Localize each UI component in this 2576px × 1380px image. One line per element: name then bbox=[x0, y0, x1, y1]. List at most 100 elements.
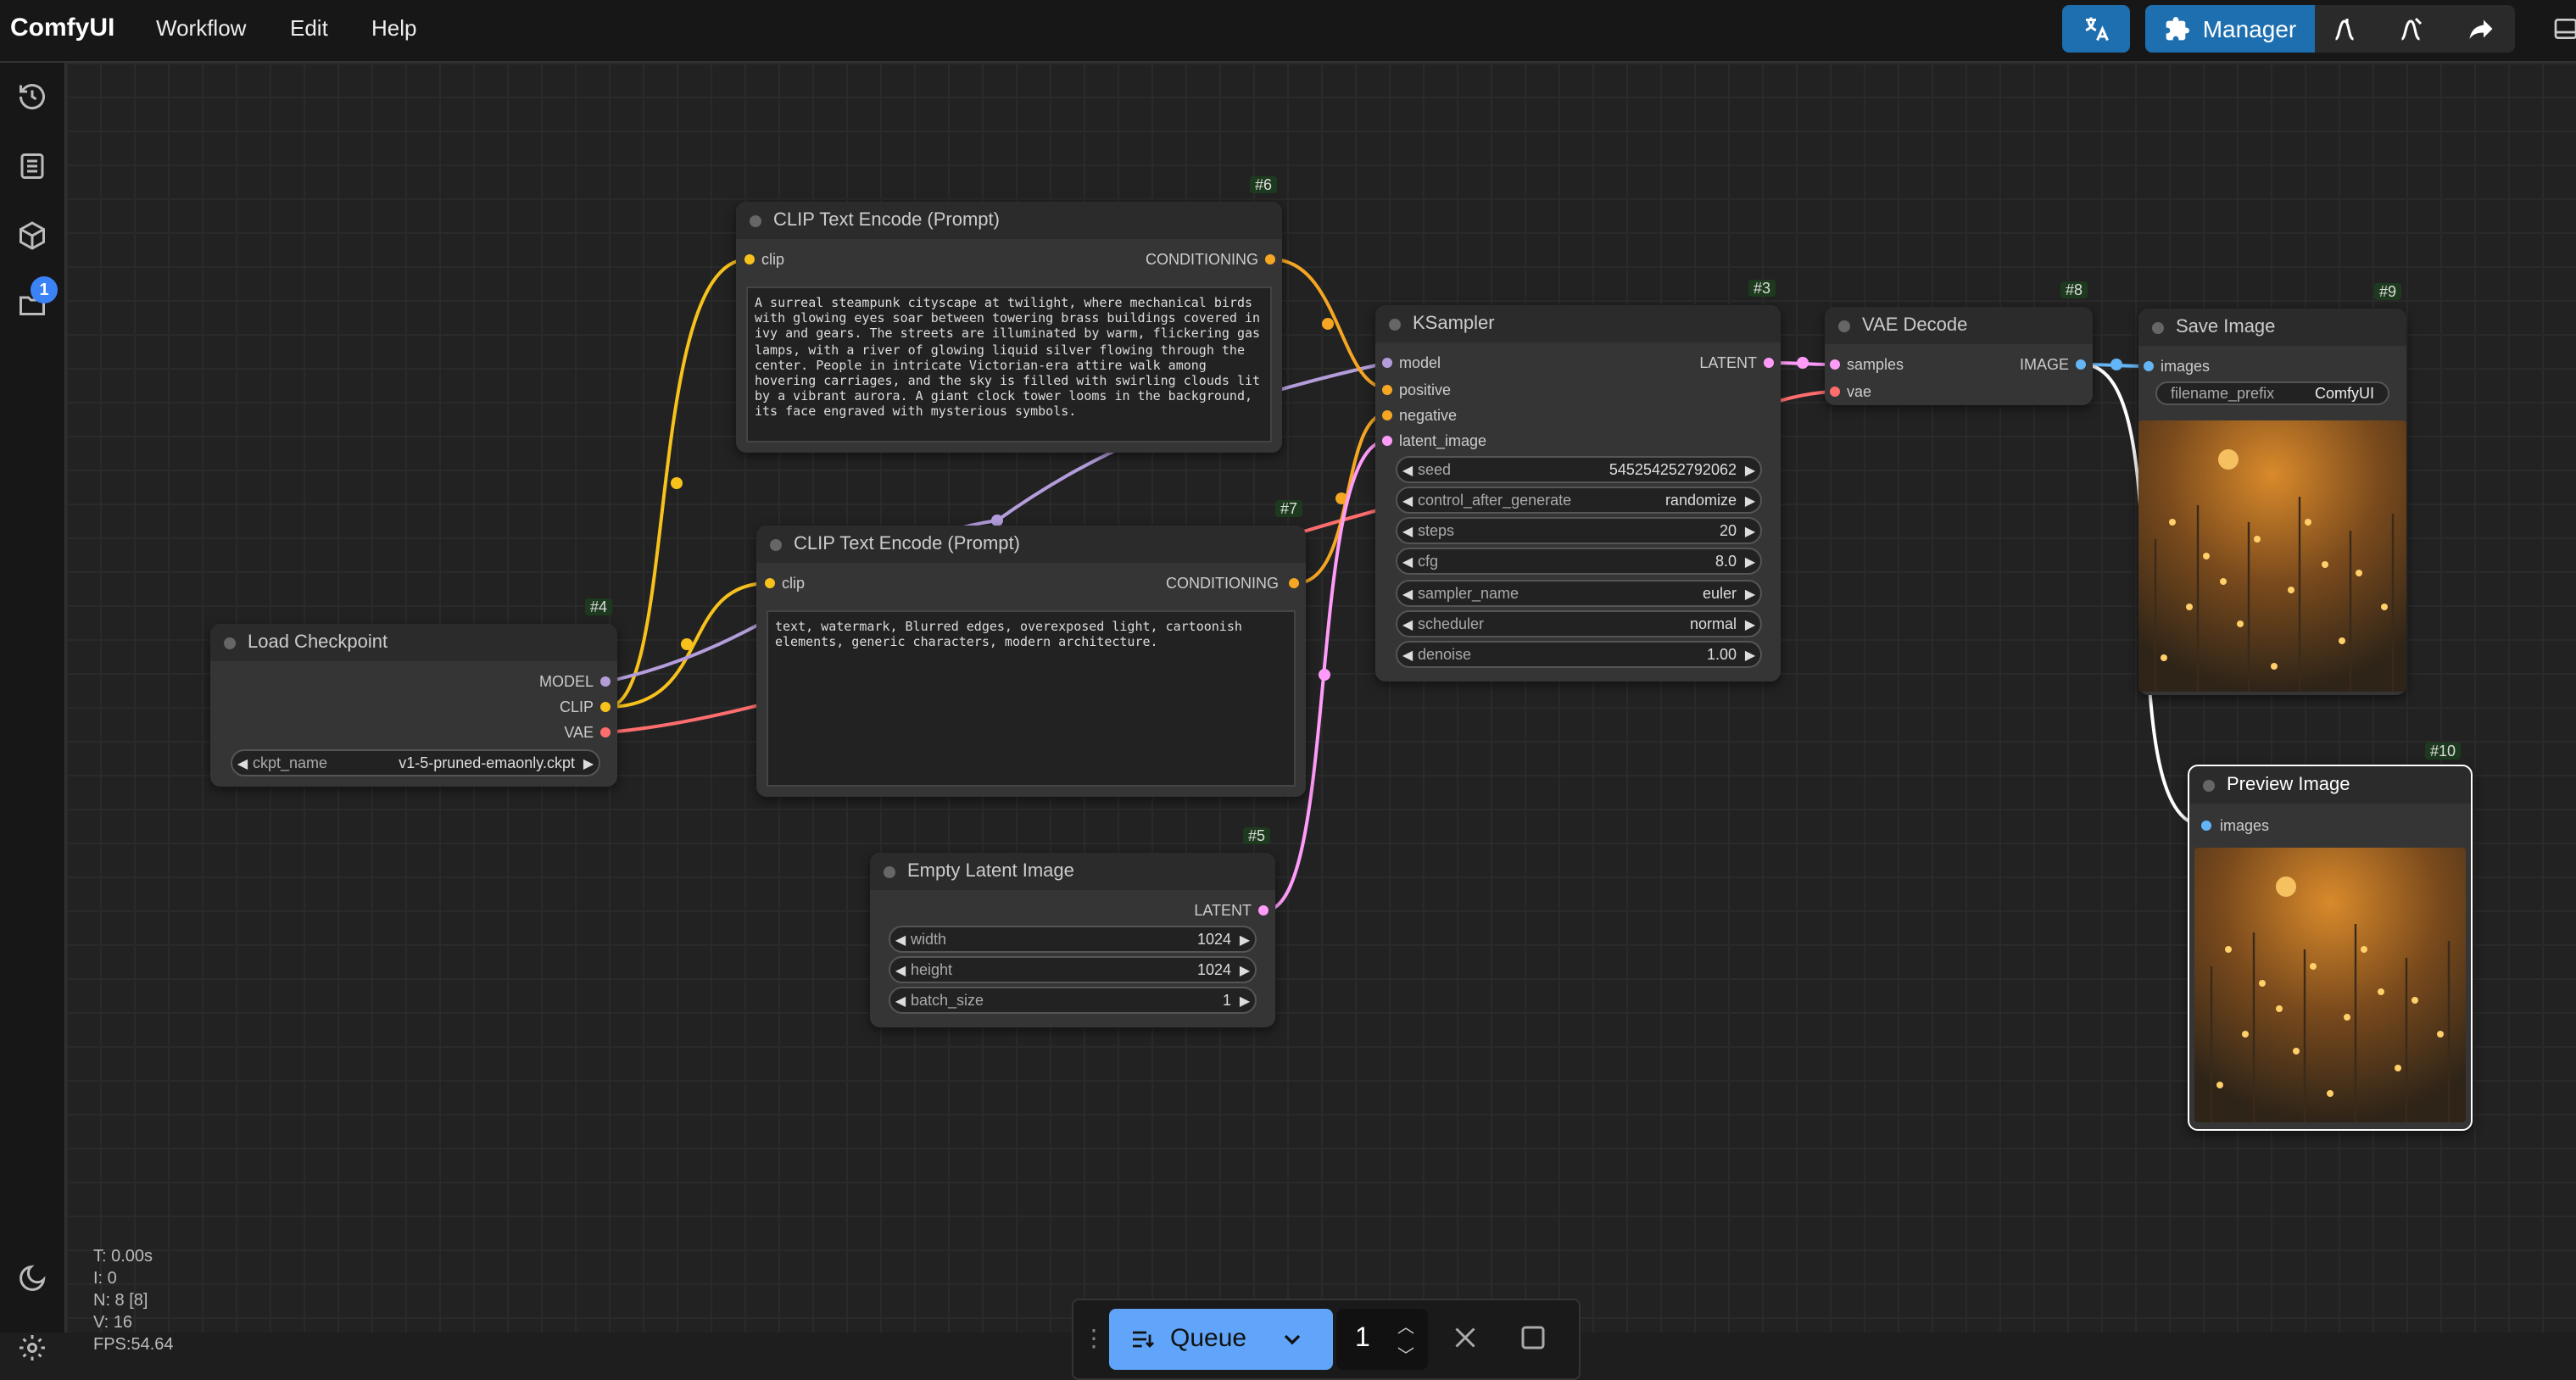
collapse-dot[interactable] bbox=[884, 866, 895, 878]
output-slot-latent[interactable] bbox=[1764, 358, 1774, 368]
left-sidebar bbox=[0, 63, 66, 1333]
output-slot-clip[interactable] bbox=[600, 702, 611, 712]
node-graph-alt-icon[interactable] bbox=[2398, 14, 2428, 53]
arrow-right-icon[interactable]: ▶ bbox=[1235, 993, 1255, 1008]
node-ksampler[interactable]: KSampler model positive negative latent_… bbox=[1375, 305, 1781, 682]
steampunk-image bbox=[2138, 420, 2406, 692]
node-load-checkpoint[interactable]: Load Checkpoint MODEL CLIP VAE ◀ ckpt_na… bbox=[210, 624, 617, 787]
prompt-textarea[interactable]: A surreal steampunk cityscape at twiligh… bbox=[746, 287, 1272, 442]
arrow-right-icon[interactable]: ▶ bbox=[1740, 492, 1760, 508]
widget-cfg[interactable]: ◀ cfg 8.0 ▶ bbox=[1396, 548, 1762, 575]
queue-list-icon[interactable] bbox=[1129, 1326, 1157, 1361]
arrow-left-icon[interactable]: ◀ bbox=[232, 755, 253, 771]
prompt-textarea[interactable]: text, watermark, Blurred edges, overexpo… bbox=[767, 610, 1296, 787]
menu-workflow[interactable]: Workflow bbox=[156, 15, 246, 41]
arrow-right-icon[interactable]: ▶ bbox=[1740, 462, 1760, 477]
chevron-down-icon[interactable] bbox=[1279, 1326, 1306, 1361]
menu-edit[interactable]: Edit bbox=[290, 15, 328, 41]
stop-square-icon[interactable] bbox=[1518, 1322, 1548, 1361]
input-slot-vae[interactable] bbox=[1830, 387, 1840, 397]
widget-height[interactable]: ◀ height 1024 ▶ bbox=[889, 956, 1257, 983]
output-slot-conditioning[interactable] bbox=[1289, 578, 1299, 588]
collapse-dot[interactable] bbox=[224, 637, 236, 649]
drag-handle-icon[interactable]: ⋮ bbox=[1082, 1324, 1106, 1353]
saved-image-preview[interactable] bbox=[2138, 420, 2406, 692]
node-graph-icon[interactable] bbox=[2332, 14, 2362, 53]
arrow-left-icon[interactable]: ◀ bbox=[1397, 523, 1418, 538]
widget-ckpt-name[interactable]: ◀ ckpt_name v1-5-pruned-emaonly.ckpt ▶ bbox=[231, 749, 600, 776]
translate-button[interactable] bbox=[2062, 5, 2130, 53]
cancel-x-icon[interactable] bbox=[1450, 1322, 1480, 1361]
decrement-icon[interactable]: ﹀ bbox=[1397, 1341, 1414, 1366]
arrow-left-icon[interactable]: ◀ bbox=[890, 993, 911, 1008]
increment-icon[interactable]: ︿ bbox=[1397, 1312, 1414, 1338]
widget-filename-prefix[interactable]: filename_prefix ComfyUI bbox=[2155, 381, 2389, 405]
arrow-left-icon[interactable]: ◀ bbox=[1397, 586, 1418, 601]
history-icon[interactable] bbox=[15, 80, 49, 114]
menu-help[interactable]: Help bbox=[371, 15, 417, 41]
preview-image[interactable] bbox=[2194, 848, 2466, 1122]
arrow-left-icon[interactable]: ◀ bbox=[1397, 616, 1418, 632]
widget-value: 1024 bbox=[1196, 961, 1231, 978]
queue-list-icon[interactable] bbox=[15, 149, 49, 183]
node-clip-text-encode-negative[interactable]: CLIP Text Encode (Prompt) clip CONDITION… bbox=[756, 526, 1306, 797]
collapse-dot[interactable] bbox=[750, 215, 761, 227]
arrow-left-icon[interactable]: ◀ bbox=[1397, 462, 1418, 477]
output-slot-image[interactable] bbox=[2076, 359, 2086, 370]
queue-count-stepper[interactable]: 1 ︿ ﹀ bbox=[1336, 1309, 1428, 1370]
input-slot-positive[interactable] bbox=[1382, 385, 1392, 395]
node-clip-text-encode-positive[interactable]: CLIP Text Encode (Prompt) clip CONDITION… bbox=[736, 202, 1282, 453]
input-slot-images[interactable] bbox=[2144, 361, 2154, 371]
arrow-right-icon[interactable]: ▶ bbox=[578, 755, 599, 771]
queue-button[interactable]: Queue bbox=[1170, 1324, 1246, 1353]
share-icon[interactable] bbox=[2466, 14, 2496, 53]
arrow-left-icon[interactable]: ◀ bbox=[1397, 554, 1418, 569]
widget-scheduler[interactable]: ◀ scheduler normal ▶ bbox=[1396, 610, 1762, 637]
input-slot-latent-image[interactable] bbox=[1382, 436, 1392, 446]
output-slot-conditioning[interactable] bbox=[1265, 254, 1275, 264]
arrow-right-icon[interactable]: ▶ bbox=[1740, 616, 1760, 632]
manager-button[interactable]: Manager bbox=[2145, 5, 2315, 53]
arrow-left-icon[interactable]: ◀ bbox=[890, 962, 911, 977]
input-slot-clip[interactable] bbox=[744, 254, 755, 264]
arrow-right-icon[interactable]: ▶ bbox=[1740, 647, 1760, 662]
output-slot-model[interactable] bbox=[600, 676, 611, 687]
arrow-right-icon[interactable]: ▶ bbox=[1235, 932, 1255, 947]
queue-count-value[interactable]: 1 bbox=[1355, 1324, 1370, 1355]
panel-toggle-button[interactable] bbox=[2544, 5, 2576, 53]
widget-width[interactable]: ◀ width 1024 ▶ bbox=[889, 926, 1257, 953]
arrow-left-icon[interactable]: ◀ bbox=[1397, 647, 1418, 662]
settings-gear-icon[interactable] bbox=[15, 1331, 49, 1365]
node-empty-latent-image[interactable]: Empty Latent Image LATENT ◀ width 1024 ▶ ◀ h… bbox=[870, 853, 1275, 1027]
collapse-dot[interactable] bbox=[770, 539, 782, 551]
input-slot-samples[interactable] bbox=[1830, 359, 1840, 370]
input-slot-images[interactable] bbox=[2201, 821, 2211, 831]
collapse-dot[interactable] bbox=[2152, 322, 2164, 334]
slot-label-model: MODEL bbox=[538, 673, 594, 690]
widget-sampler-name[interactable]: ◀ sampler_name euler ▶ bbox=[1396, 580, 1762, 607]
node-preview-image[interactable]: Preview Image images bbox=[2188, 765, 2473, 1131]
output-slot-vae[interactable] bbox=[600, 727, 611, 737]
widget-denoise[interactable]: ◀ denoise 1.00 ▶ bbox=[1396, 641, 1762, 668]
widget-seed[interactable]: ◀ seed 545254252792062 ▶ bbox=[1396, 456, 1762, 483]
widget-steps[interactable]: ◀ steps 20 ▶ bbox=[1396, 517, 1762, 544]
collapse-dot[interactable] bbox=[1838, 320, 1850, 332]
theme-toggle-icon[interactable] bbox=[15, 1261, 49, 1295]
model-library-icon[interactable] bbox=[15, 219, 49, 253]
arrow-right-icon[interactable]: ▶ bbox=[1740, 523, 1760, 538]
arrow-right-icon[interactable]: ▶ bbox=[1740, 554, 1760, 569]
collapse-dot[interactable] bbox=[2203, 780, 2215, 792]
arrow-left-icon[interactable]: ◀ bbox=[890, 932, 911, 947]
output-slot-latent[interactable] bbox=[1258, 905, 1268, 915]
node-vae-decode[interactable]: VAE Decode samples vae IMAGE bbox=[1825, 307, 2093, 405]
widget-control-after-generate[interactable]: ◀ control_after_generate randomize ▶ bbox=[1396, 487, 1762, 514]
arrow-left-icon[interactable]: ◀ bbox=[1397, 492, 1418, 508]
input-slot-clip[interactable] bbox=[765, 578, 775, 588]
collapse-dot[interactable] bbox=[1389, 319, 1401, 331]
input-slot-model[interactable] bbox=[1382, 358, 1392, 368]
input-slot-negative[interactable] bbox=[1382, 410, 1392, 420]
widget-batch-size[interactable]: ◀ batch_size 1 ▶ bbox=[889, 987, 1257, 1014]
node-save-image[interactable]: Save Image images filename_prefix ComfyU… bbox=[2138, 309, 2406, 695]
arrow-right-icon[interactable]: ▶ bbox=[1235, 962, 1255, 977]
arrow-right-icon[interactable]: ▶ bbox=[1740, 586, 1760, 601]
